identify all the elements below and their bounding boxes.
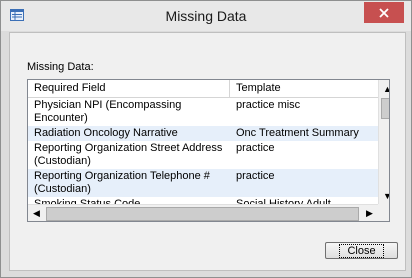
scroll-down-button[interactable]: ▼ bbox=[379, 187, 389, 204]
window-close-button[interactable] bbox=[364, 2, 404, 23]
table-row[interactable]: Reporting Organization Street Address (C… bbox=[28, 141, 378, 169]
close-button[interactable]: Close bbox=[325, 242, 398, 259]
table-row[interactable]: Physician NPI (Encompassing Encounter) p… bbox=[28, 98, 378, 126]
table-row[interactable]: Reporting Organization Telephone # (Cust… bbox=[28, 169, 378, 197]
close-icon bbox=[379, 7, 389, 18]
section-label: Missing Data: bbox=[27, 61, 94, 73]
template-cell: practice bbox=[236, 170, 275, 182]
scrollbar-corner bbox=[378, 204, 389, 221]
required-field-cell: Radiation Oncology Narrative bbox=[34, 127, 178, 139]
required-field-cell: Reporting Organization Telephone # (Cust… bbox=[34, 170, 210, 195]
scroll-left-button[interactable]: ◀ bbox=[28, 205, 45, 221]
arrow-up-icon: ▲ bbox=[383, 84, 389, 94]
missing-data-table[interactable]: Required Field Template Physician NPI (E… bbox=[27, 79, 390, 222]
required-field-cell: Physician NPI (Encompassing Encounter) bbox=[34, 99, 182, 124]
template-cell: practice bbox=[236, 142, 275, 154]
arrow-down-icon: ▼ bbox=[383, 191, 389, 201]
vertical-scrollbar[interactable]: ▲ ▼ bbox=[378, 80, 389, 221]
column-header-required-field[interactable]: Required Field bbox=[28, 80, 230, 97]
horizontal-scroll-thumb[interactable] bbox=[46, 207, 359, 221]
horizontal-scrollbar[interactable]: ◀ ▶ bbox=[28, 204, 378, 221]
template-cell: practice misc bbox=[236, 99, 301, 111]
dialog-body: Missing Data: Required Field Template Ph… bbox=[9, 32, 406, 271]
missing-data-dialog: Missing Data Missing Data: Required Fiel… bbox=[0, 0, 412, 278]
close-button-label: Close bbox=[339, 243, 384, 258]
table-row[interactable]: Radiation Oncology Narrative Onc Treatme… bbox=[28, 126, 378, 141]
title-bar[interactable]: Missing Data bbox=[1, 1, 411, 31]
table-header: Required Field Template bbox=[28, 80, 378, 98]
template-cell: Onc Treatment Summary bbox=[236, 127, 359, 139]
window-title: Missing Data bbox=[165, 8, 247, 24]
arrow-right-icon: ▶ bbox=[366, 208, 373, 218]
scroll-up-button[interactable]: ▲ bbox=[379, 80, 389, 97]
arrow-left-icon: ◀ bbox=[33, 208, 40, 218]
scroll-right-button[interactable]: ▶ bbox=[361, 205, 378, 221]
required-field-cell: Reporting Organization Street Address (C… bbox=[34, 142, 223, 167]
vertical-scroll-thumb[interactable] bbox=[381, 98, 389, 119]
column-header-template[interactable]: Template bbox=[230, 80, 378, 97]
